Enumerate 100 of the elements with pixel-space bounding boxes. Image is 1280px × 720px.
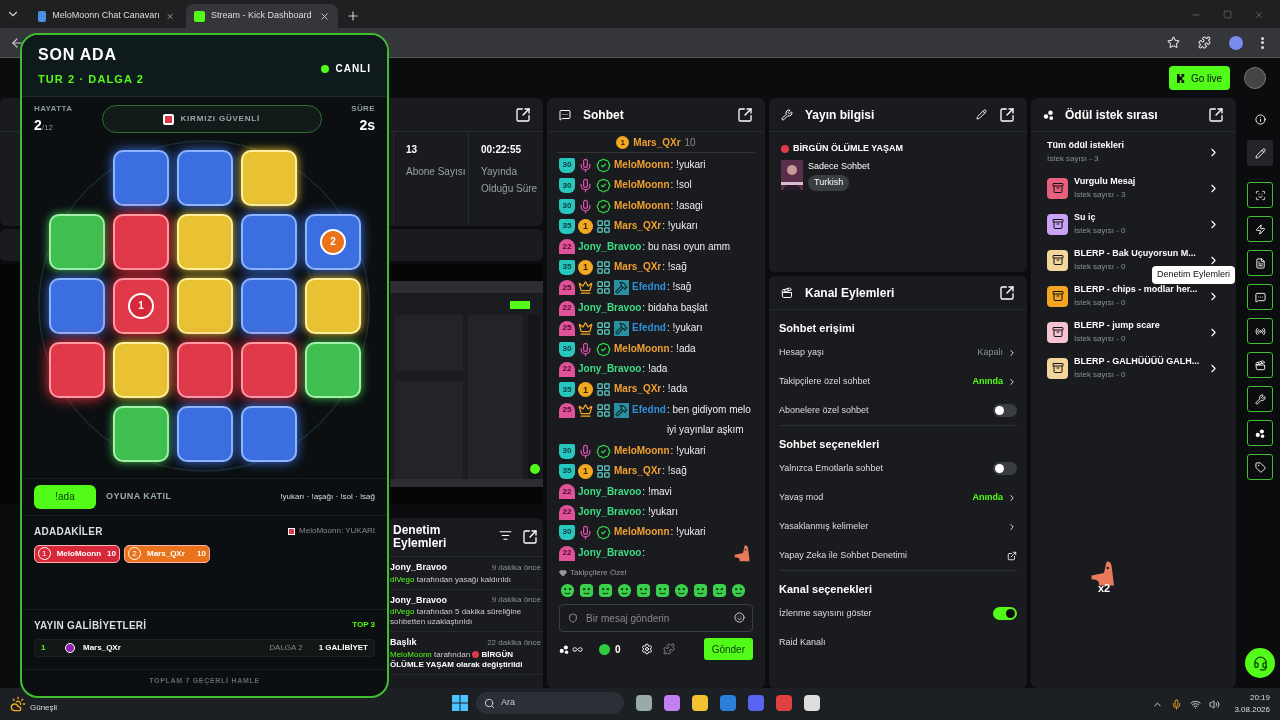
- chat-username[interactable]: Efednd: [632, 281, 666, 293]
- chat-username[interactable]: MeloMoonn: [614, 179, 670, 191]
- chat-username[interactable]: Mars_QXr: [614, 465, 662, 477]
- weather-icon[interactable]: [10, 696, 26, 712]
- bolt-icon[interactable]: [1254, 223, 1266, 235]
- taskbar-app-icon[interactable]: [692, 695, 708, 711]
- profile-avatar[interactable]: [1229, 35, 1243, 50]
- taskbar-app-icon[interactable]: [776, 695, 792, 711]
- clock-date[interactable]: 3.08.2026: [1234, 704, 1270, 716]
- volume-icon[interactable]: [1209, 698, 1221, 710]
- expand-icon[interactable]: [737, 106, 753, 123]
- emote-icon[interactable]: [579, 583, 594, 599]
- broadcast-icon[interactable]: [1254, 325, 1266, 337]
- send-button[interactable]: Gönder: [703, 638, 753, 661]
- subscriber-badge: 30: [559, 443, 575, 459]
- back-icon[interactable]: [10, 35, 24, 50]
- emote-icon[interactable]: [712, 583, 727, 599]
- toggle-switch[interactable]: [993, 404, 1017, 417]
- puzzle-icon[interactable]: [662, 643, 675, 656]
- camera-icon[interactable]: [1254, 359, 1266, 371]
- chat-username[interactable]: Efednd: [632, 403, 666, 415]
- emote-icon[interactable]: [617, 583, 632, 599]
- search-field[interactable]: Ara: [476, 692, 624, 714]
- weather-text[interactable]: Güneşli: [30, 702, 58, 714]
- chat-username[interactable]: Efednd: [632, 322, 666, 334]
- pencil-icon[interactable]: [1254, 147, 1266, 159]
- user-avatar[interactable]: [1244, 67, 1266, 89]
- emote-icon[interactable]: [693, 583, 708, 599]
- info-icon[interactable]: [1254, 113, 1266, 125]
- chat-username[interactable]: Jony_Bravoo: [578, 240, 642, 252]
- go-live-button[interactable]: Go live: [1168, 66, 1230, 90]
- setting-row[interactable]: Hesap yaşı Kapalı: [779, 338, 1017, 367]
- network-icon[interactable]: [1190, 698, 1202, 710]
- message-input[interactable]: Bir mesaj gönderin: [559, 604, 753, 633]
- bookmark-icon[interactable]: [1167, 36, 1180, 49]
- taskbar-app-icon[interactable]: [720, 695, 736, 711]
- chat-text: : !asagi: [670, 198, 704, 213]
- microphone-icon[interactable]: [1171, 698, 1183, 710]
- menu-icon[interactable]: [1261, 36, 1264, 49]
- setting-row[interactable]: İzlenme sayısını göster: [779, 599, 1017, 628]
- chat-username[interactable]: MeloMoonn: [614, 526, 670, 538]
- chat-text: : bu nası oyun amm: [642, 239, 732, 254]
- emote-icon[interactable]: [560, 583, 575, 599]
- toggle-switch[interactable]: [993, 607, 1017, 620]
- taskbar-app-icon[interactable]: [636, 695, 652, 711]
- scan-icon[interactable]: [1254, 189, 1266, 201]
- expand-icon[interactable]: [522, 529, 538, 545]
- browser-tab[interactable]: MeloMoonn Chat Canavarı: [30, 4, 182, 28]
- expand-icon[interactable]: [1208, 106, 1224, 123]
- chat-username[interactable]: Jony_Bravoo: [578, 546, 642, 558]
- setting-row[interactable]: Yalnızca Emotlarla sohbet: [779, 454, 1017, 483]
- emoji-icon[interactable]: [734, 612, 745, 624]
- panel-title: Ödül istek sırası: [1065, 106, 1158, 124]
- clock-time[interactable]: 20:19: [1249, 692, 1270, 704]
- filter-icon[interactable]: [499, 529, 512, 542]
- emote-icon[interactable]: [674, 583, 689, 599]
- emote-icon[interactable]: [731, 583, 746, 599]
- toggle-switch[interactable]: [993, 462, 1017, 475]
- chat-username[interactable]: Jony_Bravoo: [578, 505, 642, 517]
- chat-username[interactable]: Jony_Bravoo: [578, 363, 642, 375]
- browser-tab[interactable]: Stream - Kick Dashboard: [186, 4, 338, 28]
- ada-button[interactable]: !ada: [34, 484, 96, 509]
- emote-icon[interactable]: [636, 583, 651, 599]
- tag-icon[interactable]: [1254, 461, 1266, 473]
- reward-row[interactable]: Tüm ödül istekleri İstek sayısı - 3: [1031, 134, 1236, 170]
- expand-icon[interactable]: [999, 284, 1015, 301]
- support-button[interactable]: [1245, 648, 1275, 678]
- setting-row[interactable]: Yapay Zeka ile Sohbet Denetimi: [779, 541, 1017, 570]
- setting-row[interactable]: Takipçilere özel sohbet Anında: [779, 367, 1017, 396]
- wrench-icon[interactable]: [1254, 393, 1266, 405]
- emote-icon[interactable]: [655, 583, 670, 599]
- setting-row[interactable]: Yavaş mod Anında: [779, 483, 1017, 512]
- settings-icon[interactable]: [640, 643, 653, 656]
- chat-username[interactable]: MeloMoonn: [614, 199, 670, 211]
- taskbar-app-icon[interactable]: [664, 695, 680, 711]
- player-score: 10: [107, 547, 116, 560]
- chat-username[interactable]: Jony_Bravoo: [578, 301, 642, 313]
- taskbar-app-icon[interactable]: [804, 695, 820, 711]
- chat-username[interactable]: Jony_Bravoo: [578, 485, 642, 497]
- expand-icon[interactable]: [999, 106, 1015, 123]
- chat-username[interactable]: MeloMoonn: [614, 159, 670, 170]
- pencil-icon[interactable]: [976, 109, 987, 120]
- setting-row[interactable]: Raid Kanalı: [779, 628, 1017, 657]
- new-tab-icon[interactable]: [346, 9, 360, 23]
- taskbar-app-icon[interactable]: [748, 695, 764, 711]
- game-tile: [241, 149, 297, 206]
- chat-username[interactable]: MeloMoonn: [614, 342, 670, 354]
- emote-icon[interactable]: [598, 583, 613, 599]
- chat-username[interactable]: Mars_QXr: [614, 261, 662, 273]
- document-icon[interactable]: [1254, 257, 1266, 269]
- setting-row[interactable]: Yasaklanmış kelimeler: [779, 512, 1017, 541]
- setting-row[interactable]: Abonelere özel sohbet: [779, 396, 1017, 425]
- chat-username[interactable]: Mars_QXr: [614, 220, 662, 232]
- expand-icon[interactable]: [515, 106, 531, 123]
- chat-username[interactable]: Mars_QXr: [614, 383, 662, 395]
- close-icon[interactable]: [319, 10, 330, 22]
- chat-icon[interactable]: [1254, 291, 1266, 303]
- chat-username[interactable]: MeloMoonn: [614, 444, 670, 456]
- windows-icon[interactable]: [452, 695, 468, 711]
- extensions-icon[interactable]: [1198, 36, 1211, 49]
